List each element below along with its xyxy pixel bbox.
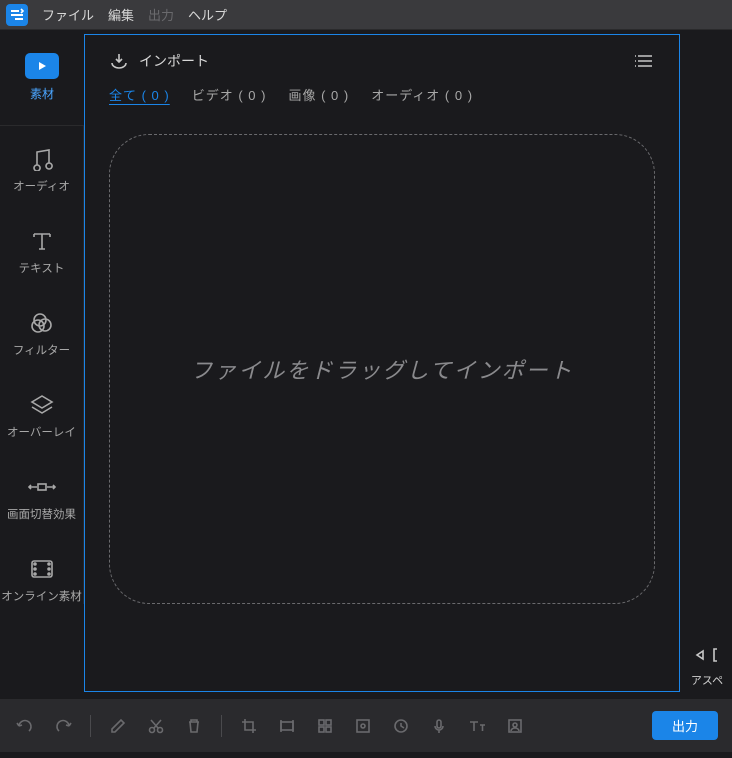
separator [221, 715, 222, 737]
music-icon [27, 146, 57, 172]
frame-icon[interactable] [352, 715, 374, 737]
filter-icon [27, 310, 57, 336]
transition-icon [27, 474, 57, 500]
sidebar: 素材 オーディオ テキスト フィルター オーバーレイ 画面切替効果 [0, 30, 84, 696]
tab-image[interactable]: 画像 ( 0 ) [288, 85, 349, 104]
import-icon[interactable] [109, 51, 129, 71]
sidebar-item-label: フィルター [13, 342, 70, 358]
textfx-icon[interactable] [466, 715, 488, 737]
list-view-icon[interactable] [633, 52, 655, 70]
sidebar-item-text[interactable]: テキスト [0, 228, 83, 276]
grid-icon[interactable] [314, 715, 336, 737]
tab-audio[interactable]: オーディオ ( 0 ) [371, 85, 473, 104]
tab-all[interactable]: 全て ( 0 ) [109, 85, 170, 104]
sidebar-item-label: テキスト [19, 260, 65, 276]
play-icon [25, 53, 59, 79]
trim-icon[interactable] [276, 715, 298, 737]
menu-export: 出力 [148, 5, 174, 24]
bracket-icon[interactable] [711, 647, 721, 666]
sidebar-item-audio[interactable]: オーディオ [0, 146, 83, 194]
redo-icon[interactable] [52, 715, 74, 737]
sidebar-item-online[interactable]: オンライン素材 [0, 556, 83, 604]
menu-file[interactable]: ファイル [42, 5, 94, 24]
media-panel: インポート 全て ( 0 ) ビデオ ( 0 ) 画像 ( 0 ) オーディオ … [84, 34, 680, 692]
sidebar-item-overlay[interactable]: オーバーレイ [0, 392, 83, 440]
crop-icon[interactable] [238, 715, 260, 737]
mic-icon[interactable] [428, 715, 450, 737]
export-button[interactable]: 出力 [652, 711, 718, 740]
right-panel: アスペ [682, 30, 732, 696]
timeline-toolbar: 出力 [0, 698, 732, 752]
sidebar-media-label: 素材 [30, 85, 54, 102]
triangle-left-icon[interactable] [693, 648, 707, 665]
cut-icon[interactable] [145, 715, 167, 737]
separator [90, 715, 91, 737]
edit-icon[interactable] [107, 715, 129, 737]
tab-video[interactable]: ビデオ ( 0 ) [192, 85, 267, 104]
sidebar-item-transition[interactable]: 画面切替効果 [0, 474, 83, 522]
undo-icon[interactable] [14, 715, 36, 737]
menu-edit[interactable]: 編集 [108, 5, 134, 24]
sidebar-item-label: 画面切替効果 [7, 506, 76, 522]
menu-help[interactable]: ヘルプ [188, 5, 227, 24]
overlay-icon [27, 392, 57, 418]
clock-icon[interactable] [390, 715, 412, 737]
sidebar-item-filter[interactable]: フィルター [0, 310, 83, 358]
import-label[interactable]: インポート [139, 51, 209, 71]
menubar: ファイル 編集 出力 ヘルプ [0, 0, 732, 30]
aspect-label: アスペ [691, 672, 723, 688]
sidebar-item-label: オーバーレイ [7, 424, 76, 440]
sidebar-item-label: オーディオ [13, 178, 70, 194]
sidebar-item-label: オンライン素材 [1, 588, 82, 604]
delete-icon[interactable] [183, 715, 205, 737]
sidebar-media-tab[interactable]: 素材 [0, 30, 84, 125]
import-dropzone[interactable]: ファイルをドラッグしてインポート [109, 134, 655, 604]
media-tabs: 全て ( 0 ) ビデオ ( 0 ) 画像 ( 0 ) オーディオ ( 0 ) [85, 77, 679, 114]
text-icon [27, 228, 57, 254]
online-icon [27, 556, 57, 582]
app-icon [6, 4, 28, 26]
user-icon[interactable] [504, 715, 526, 737]
dropzone-text: ファイルをドラッグしてインポート [190, 353, 573, 385]
